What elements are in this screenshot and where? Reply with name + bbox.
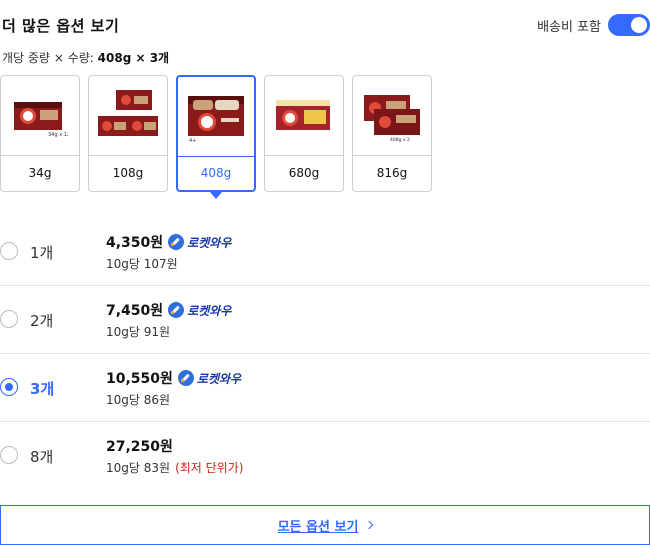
option-price: 7,450원 (106, 303, 164, 319)
svg-text:34g x 12: 34g x 12 (48, 132, 68, 138)
thumb-680g[interactable]: 680g (264, 75, 344, 192)
svg-text:408g x 2: 408g x 2 (390, 137, 410, 143)
option-price-line: 7,450원 로켓와우 (106, 300, 231, 320)
option-row[interactable]: 8개 27,250원 10g당 83원 (최저 단위가) (0, 422, 650, 490)
shipping-toggle-group: 배송비 포함 (537, 14, 650, 36)
option-price-line: 10,550원 로켓와우 (106, 368, 241, 388)
thumb-label: 816g (376, 166, 408, 180)
rocket-wow-badge: 로켓와우 (177, 370, 242, 387)
view-all-options-button[interactable]: 모든 옵션 보기 (0, 505, 650, 545)
option-unit-price: 10g당 91원 (106, 323, 170, 340)
weight-key: 개당 중량 (2, 51, 50, 65)
separator: × (53, 51, 64, 65)
product-single-box-icon: 34g x 12 (1, 76, 79, 156)
thumb-label: 34g (28, 166, 52, 180)
option-radio[interactable] (0, 242, 18, 260)
weight-thumbnails: 34g x 12 34g 108g 4+ 408g 680g 408g x 2 … (0, 75, 650, 199)
option-quantity: 3개 (30, 380, 55, 398)
option-radio-checked[interactable] (0, 378, 18, 396)
option-price: 10,550원 (106, 371, 173, 387)
option-unit-price: 10g당 107원 (106, 255, 178, 272)
thumb-label: 108g (112, 166, 144, 180)
rocket-icon (177, 370, 194, 386)
section-title: 더 많은 옵션 보기 (2, 17, 120, 35)
option-unit-price: 10g당 86원 (106, 391, 170, 408)
option-quantity: 2개 (30, 312, 54, 330)
shipping-included-label: 배송비 포함 (537, 19, 601, 35)
thumb-816g[interactable]: 408g x 2 816g (352, 75, 432, 192)
option-price-line: 4,350원 로켓와우 (106, 232, 231, 252)
option-row-selected[interactable]: 3개 10,550원 로켓와우 10g당 86원 (0, 354, 650, 422)
rocket-wow-badge: 로켓와우 (168, 302, 231, 319)
thumb-label: 408g (200, 165, 232, 180)
unit-price-text: 10g당 83원 (106, 461, 171, 475)
unit-price-text: 10g당 86원 (106, 393, 171, 407)
shipping-toggle[interactable] (608, 14, 650, 36)
quantity-key: 수량: (67, 51, 94, 65)
rocket-badge-text: 로켓와우 (187, 235, 232, 250)
option-summary: 개당 중량 × 수량: 408g × 3개 (2, 49, 169, 66)
thumb-108g[interactable]: 108g (88, 75, 168, 192)
selected-pointer-icon (210, 192, 222, 199)
toggle-knob (631, 17, 647, 33)
option-price: 4,350원 (106, 235, 164, 251)
option-row[interactable]: 1개 4,350원 로켓와우 10g당 107원 (0, 218, 650, 286)
unit-price-text: 10g당 91원 (106, 325, 171, 339)
product-two-boxes-icon: 408g x 2 (353, 76, 431, 156)
rocket-icon (168, 234, 185, 250)
thumb-34g[interactable]: 34g x 12 34g (0, 75, 80, 192)
product-three-boxes-icon (89, 76, 167, 156)
option-unit-price: 10g당 83원 (최저 단위가) (106, 459, 243, 476)
option-row[interactable]: 2개 7,450원 로켓와우 10g당 91원 (0, 286, 650, 354)
svg-text:4+: 4+ (189, 138, 196, 144)
view-all-options-label: 모든 옵션 보기 (277, 519, 359, 535)
option-radio[interactable] (0, 446, 18, 464)
thumb-408g[interactable]: 4+ 408g (176, 75, 256, 199)
options-header: 더 많은 옵션 보기 배송비 포함 (0, 0, 650, 46)
option-quantity: 8개 (30, 448, 54, 466)
thumb-label: 680g (288, 166, 320, 180)
chevron-right-icon (365, 520, 374, 530)
option-price-line: 27,250원 (106, 436, 173, 456)
rocket-badge-text: 로켓와우 (196, 371, 242, 386)
option-radio[interactable] (0, 310, 18, 328)
rocket-badge-text: 로켓와우 (187, 303, 232, 318)
option-price: 27,250원 (106, 439, 173, 455)
rocket-icon (168, 302, 185, 318)
unit-price-text: 10g당 107원 (106, 257, 178, 271)
product-wide-box-icon (265, 76, 343, 156)
product-large-box-icon: 4+ (178, 77, 254, 157)
rocket-wow-badge: 로켓와우 (168, 234, 231, 251)
lowest-unit-price-note: (최저 단위가) (175, 461, 244, 475)
selected-option-value: 408g × 3개 (97, 51, 170, 65)
option-quantity: 1개 (30, 244, 54, 262)
